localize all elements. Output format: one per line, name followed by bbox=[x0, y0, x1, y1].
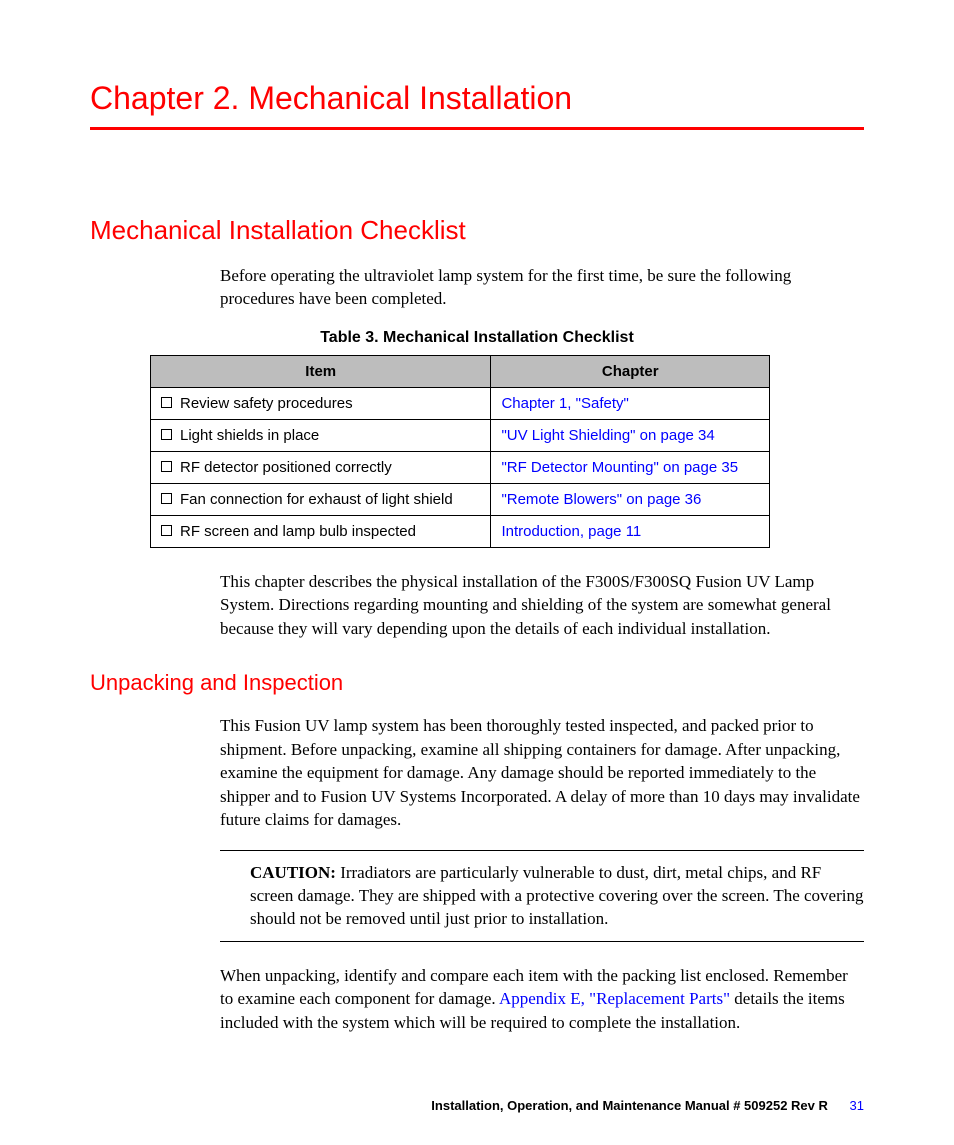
table-row: RF screen and lamp bulb inspected Introdu… bbox=[151, 515, 770, 547]
table-cell-item: RF detector positioned correctly bbox=[151, 451, 491, 483]
page-footer: Installation, Operation, and Maintenance… bbox=[431, 1098, 864, 1113]
table-cell-chapter: "UV Light Shielding" on page 34 bbox=[491, 419, 770, 451]
table-row: RF detector positioned correctly "RF Dete… bbox=[151, 451, 770, 483]
checkbox-icon bbox=[161, 429, 172, 440]
unpacking-paragraph-2: When unpacking, identify and compare eac… bbox=[220, 964, 864, 1034]
table-cell-item: Fan connection for exhaust of light shie… bbox=[151, 483, 491, 515]
table-row: Review safety procedures Chapter 1, "Safe… bbox=[151, 387, 770, 419]
table-cell-chapter: "RF Detector Mounting" on page 35 bbox=[491, 451, 770, 483]
page-number: 31 bbox=[850, 1098, 864, 1113]
caution-label: CAUTION: bbox=[250, 863, 340, 882]
chapter-title: Chapter 2. Mechanical Installation bbox=[90, 80, 864, 130]
checkbox-icon bbox=[161, 525, 172, 536]
footer-manual-title: Installation, Operation, and Maintenance… bbox=[431, 1098, 828, 1113]
item-text: Fan connection for exhaust of light shie… bbox=[180, 491, 453, 508]
item-text: Review safety procedures bbox=[180, 395, 353, 412]
table-cell-chapter: Introduction, page 11 bbox=[491, 515, 770, 547]
caution-body: Irradiators are particularly vulnerable … bbox=[250, 863, 863, 929]
chapter-link[interactable]: Chapter 1, "Safety" bbox=[501, 395, 628, 412]
chapter-link[interactable]: "RF Detector Mounting" on page 35 bbox=[501, 459, 738, 476]
chapter-link[interactable]: "Remote Blowers" on page 36 bbox=[501, 491, 701, 508]
table-cell-item: Review safety procedures bbox=[151, 387, 491, 419]
section-heading-checklist: Mechanical Installation Checklist bbox=[90, 215, 864, 246]
caution-box: CAUTION: Irradiators are particularly vu… bbox=[220, 850, 864, 942]
table-cell-chapter: "Remote Blowers" on page 36 bbox=[491, 483, 770, 515]
table-header-chapter: Chapter bbox=[491, 355, 770, 387]
intro-paragraph: Before operating the ultraviolet lamp sy… bbox=[220, 264, 864, 311]
table-row: Fan connection for exhaust of light shie… bbox=[151, 483, 770, 515]
checkbox-icon bbox=[161, 493, 172, 504]
subsection-heading-unpacking: Unpacking and Inspection bbox=[90, 670, 864, 696]
table-header-item: Item bbox=[151, 355, 491, 387]
appendix-link[interactable]: Appendix E, "Replacement Parts" bbox=[499, 989, 730, 1008]
table-cell-item: Light shields in place bbox=[151, 419, 491, 451]
table-row: Light shields in place "UV Light Shieldin… bbox=[151, 419, 770, 451]
table-cell-item: RF screen and lamp bulb inspected bbox=[151, 515, 491, 547]
item-text: RF screen and lamp bulb inspected bbox=[180, 523, 416, 540]
chapter-link[interactable]: "UV Light Shielding" on page 34 bbox=[501, 427, 714, 444]
checklist-table: Item Chapter Review safety procedures Cha… bbox=[150, 355, 770, 548]
table-caption: Table 3. Mechanical Installation Checkli… bbox=[90, 329, 864, 347]
item-text: RF detector positioned correctly bbox=[180, 459, 392, 476]
table-cell-chapter: Chapter 1, "Safety" bbox=[491, 387, 770, 419]
checkbox-icon bbox=[161, 397, 172, 408]
item-text: Light shields in place bbox=[180, 427, 319, 444]
chapter-description: This chapter describes the physical inst… bbox=[220, 570, 864, 640]
chapter-link[interactable]: Introduction, page 11 bbox=[501, 523, 641, 540]
unpacking-paragraph-1: This Fusion UV lamp system has been thor… bbox=[220, 714, 864, 831]
checkbox-icon bbox=[161, 461, 172, 472]
